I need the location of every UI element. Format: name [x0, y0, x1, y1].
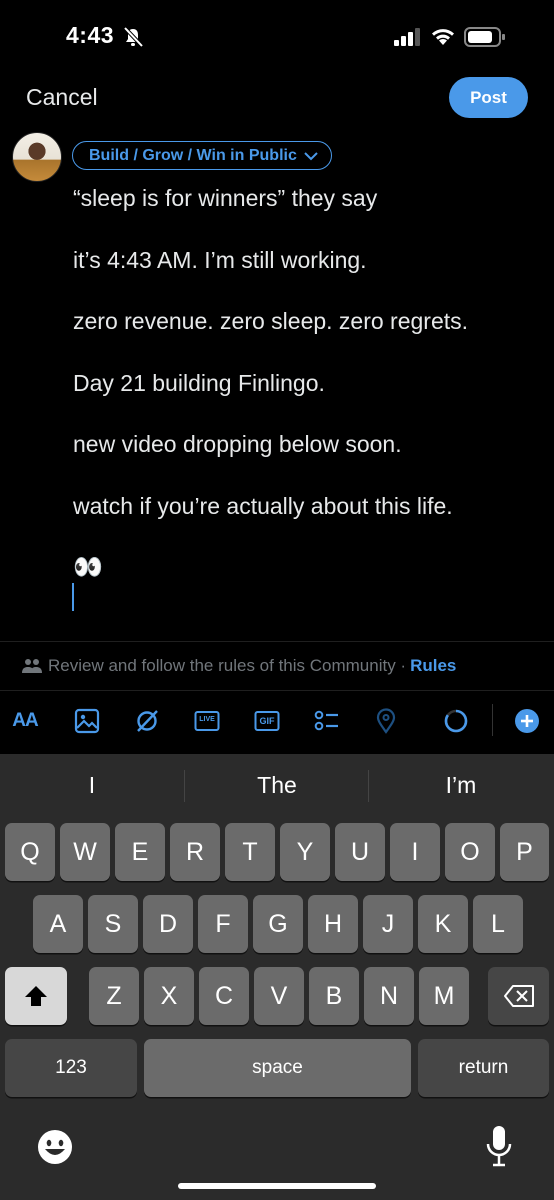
add-thread-button[interactable] [514, 708, 540, 734]
backspace-icon [503, 985, 534, 1007]
gif-label: GIF [259, 716, 275, 726]
key-f[interactable]: F [198, 895, 248, 953]
key-k[interactable]: K [418, 895, 468, 953]
key-g[interactable]: G [253, 895, 303, 953]
location-pin-icon [376, 708, 396, 734]
text-cursor [72, 583, 74, 611]
post-line: watch if you’re actually about this life… [73, 492, 453, 519]
community-name: Build / Grow / Win in Public [89, 146, 297, 164]
key-a[interactable]: A [33, 895, 83, 953]
predictive-bar: I The I’m [0, 754, 554, 820]
location-button[interactable] [373, 708, 399, 734]
key-d[interactable]: D [143, 895, 193, 953]
key-r[interactable]: R [170, 823, 220, 881]
post-line: it’s 4:43 AM. I’m still working. [73, 246, 367, 273]
toolbar-divider [492, 704, 493, 736]
key-n[interactable]: N [364, 967, 414, 1025]
chevron-down-icon [304, 151, 318, 160]
key-w[interactable]: W [60, 823, 110, 881]
key-v[interactable]: V [254, 967, 304, 1025]
grok-icon [137, 710, 158, 732]
image-icon [74, 708, 100, 734]
live-label: LIVE [199, 716, 215, 723]
progress-ring-icon [444, 709, 468, 733]
key-m[interactable]: M [419, 967, 469, 1025]
battery-icon [464, 27, 505, 47]
gif-button[interactable]: GIF [254, 708, 280, 734]
post-line: “sleep is for winners” they say [73, 185, 378, 211]
community-selector[interactable]: Build / Grow / Win in Public [72, 141, 332, 170]
return-key[interactable]: return [418, 1039, 549, 1097]
key-h[interactable]: H [308, 895, 358, 953]
key-c[interactable]: C [199, 967, 249, 1025]
bell-slash-icon [123, 26, 144, 48]
post-line: zero revenue. zero sleep. zero regrets. [73, 308, 469, 334]
avatar [12, 132, 62, 182]
suggestion[interactable]: The [185, 772, 369, 799]
key-y[interactable]: Y [280, 823, 330, 881]
key-x[interactable]: X [144, 967, 194, 1025]
cellular-signal-icon [394, 28, 420, 46]
post-line: new video dropping below soon. [73, 431, 402, 457]
status-time: 4:43 [66, 22, 115, 48]
suggestion[interactable]: I [0, 772, 184, 799]
eyes-emoji: 👀 [73, 554, 103, 581]
key-b[interactable]: B [309, 967, 359, 1025]
numbers-key[interactable]: 123 [5, 1039, 137, 1097]
key-z[interactable]: Z [89, 967, 139, 1025]
poll-icon [314, 710, 338, 731]
post-text[interactable]: “sleep is for winners” they say it’s 4:4… [73, 183, 543, 552]
home-indicator[interactable] [178, 1183, 376, 1189]
key-u[interactable]: U [335, 823, 385, 881]
space-key[interactable]: space [144, 1039, 411, 1097]
text-size-button[interactable]: AA [12, 708, 38, 734]
shift-key[interactable] [5, 967, 67, 1025]
suggestion[interactable]: I’m [369, 772, 553, 799]
emoji-icon[interactable] [36, 1128, 74, 1166]
shift-arrow-icon [25, 986, 47, 1006]
rules-link[interactable]: Rules [410, 656, 456, 676]
key-q[interactable]: Q [5, 823, 55, 881]
poll-button[interactable] [313, 708, 339, 734]
rules-notice: Review and follow the rules of this Comm… [48, 656, 407, 675]
text-size-icon: AA [12, 710, 38, 731]
key-p[interactable]: P [500, 823, 549, 881]
backspace-key[interactable] [488, 967, 549, 1025]
status-bar: 4:43 [0, 0, 554, 70]
microphone-icon[interactable] [484, 1124, 514, 1168]
key-o[interactable]: O [445, 823, 495, 881]
key-t[interactable]: T [225, 823, 275, 881]
key-l[interactable]: L [473, 895, 523, 953]
cancel-button[interactable]: Cancel [26, 84, 98, 111]
character-count-ring [443, 708, 469, 734]
community-rules-bar: Review and follow the rules of this Comm… [0, 641, 554, 691]
key-e[interactable]: E [115, 823, 165, 881]
key-j[interactable]: J [363, 895, 413, 953]
people-icon [22, 659, 42, 673]
post-button[interactable]: Post [449, 77, 528, 118]
media-button[interactable] [74, 708, 100, 734]
post-line: Day 21 building Finlingo. [73, 369, 325, 396]
grok-button[interactable] [134, 708, 160, 734]
key-i[interactable]: I [390, 823, 440, 881]
live-button[interactable]: LIVE [194, 708, 220, 734]
plus-circle-icon [515, 709, 539, 733]
key-s[interactable]: S [88, 895, 138, 953]
composer-toolbar: AA LIVE GIF [0, 692, 554, 754]
wifi-icon [432, 29, 454, 45]
